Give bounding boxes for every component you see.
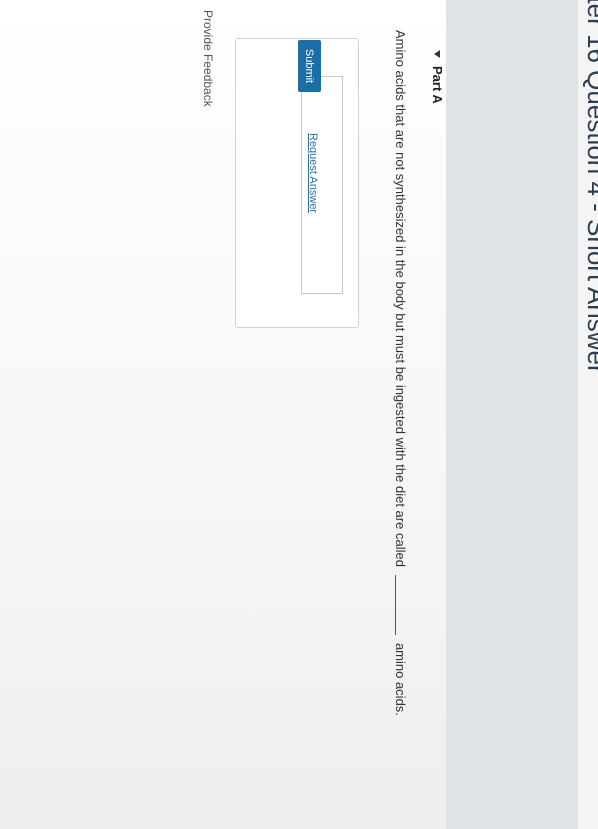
part-header[interactable]: Part A: [430, 50, 445, 104]
provide-feedback-link[interactable]: Provide Feedback: [201, 10, 215, 107]
question-text: Amino acids that are not synthesized in …: [393, 30, 408, 716]
submit-button[interactable]: Submit: [298, 40, 321, 92]
collapse-triangle-icon[interactable]: [434, 50, 441, 58]
answer-blank: [395, 574, 397, 635]
page-stage: pter 16 Question 4 - Short Answer Part A…: [0, 0, 598, 829]
part-label: Part A: [430, 66, 445, 104]
question-prefix: Amino acids that are not synthesized in …: [393, 30, 408, 567]
answer-panel: [235, 38, 359, 328]
request-answer-link[interactable]: Request Answer: [307, 133, 319, 213]
title-strip: pter 16 Question 4 - Short Answer: [578, 0, 598, 829]
question-suffix: amino acids.: [393, 642, 408, 716]
header-band: [446, 0, 578, 829]
page-title: pter 16 Question 4 - Short Answer: [582, 0, 598, 374]
